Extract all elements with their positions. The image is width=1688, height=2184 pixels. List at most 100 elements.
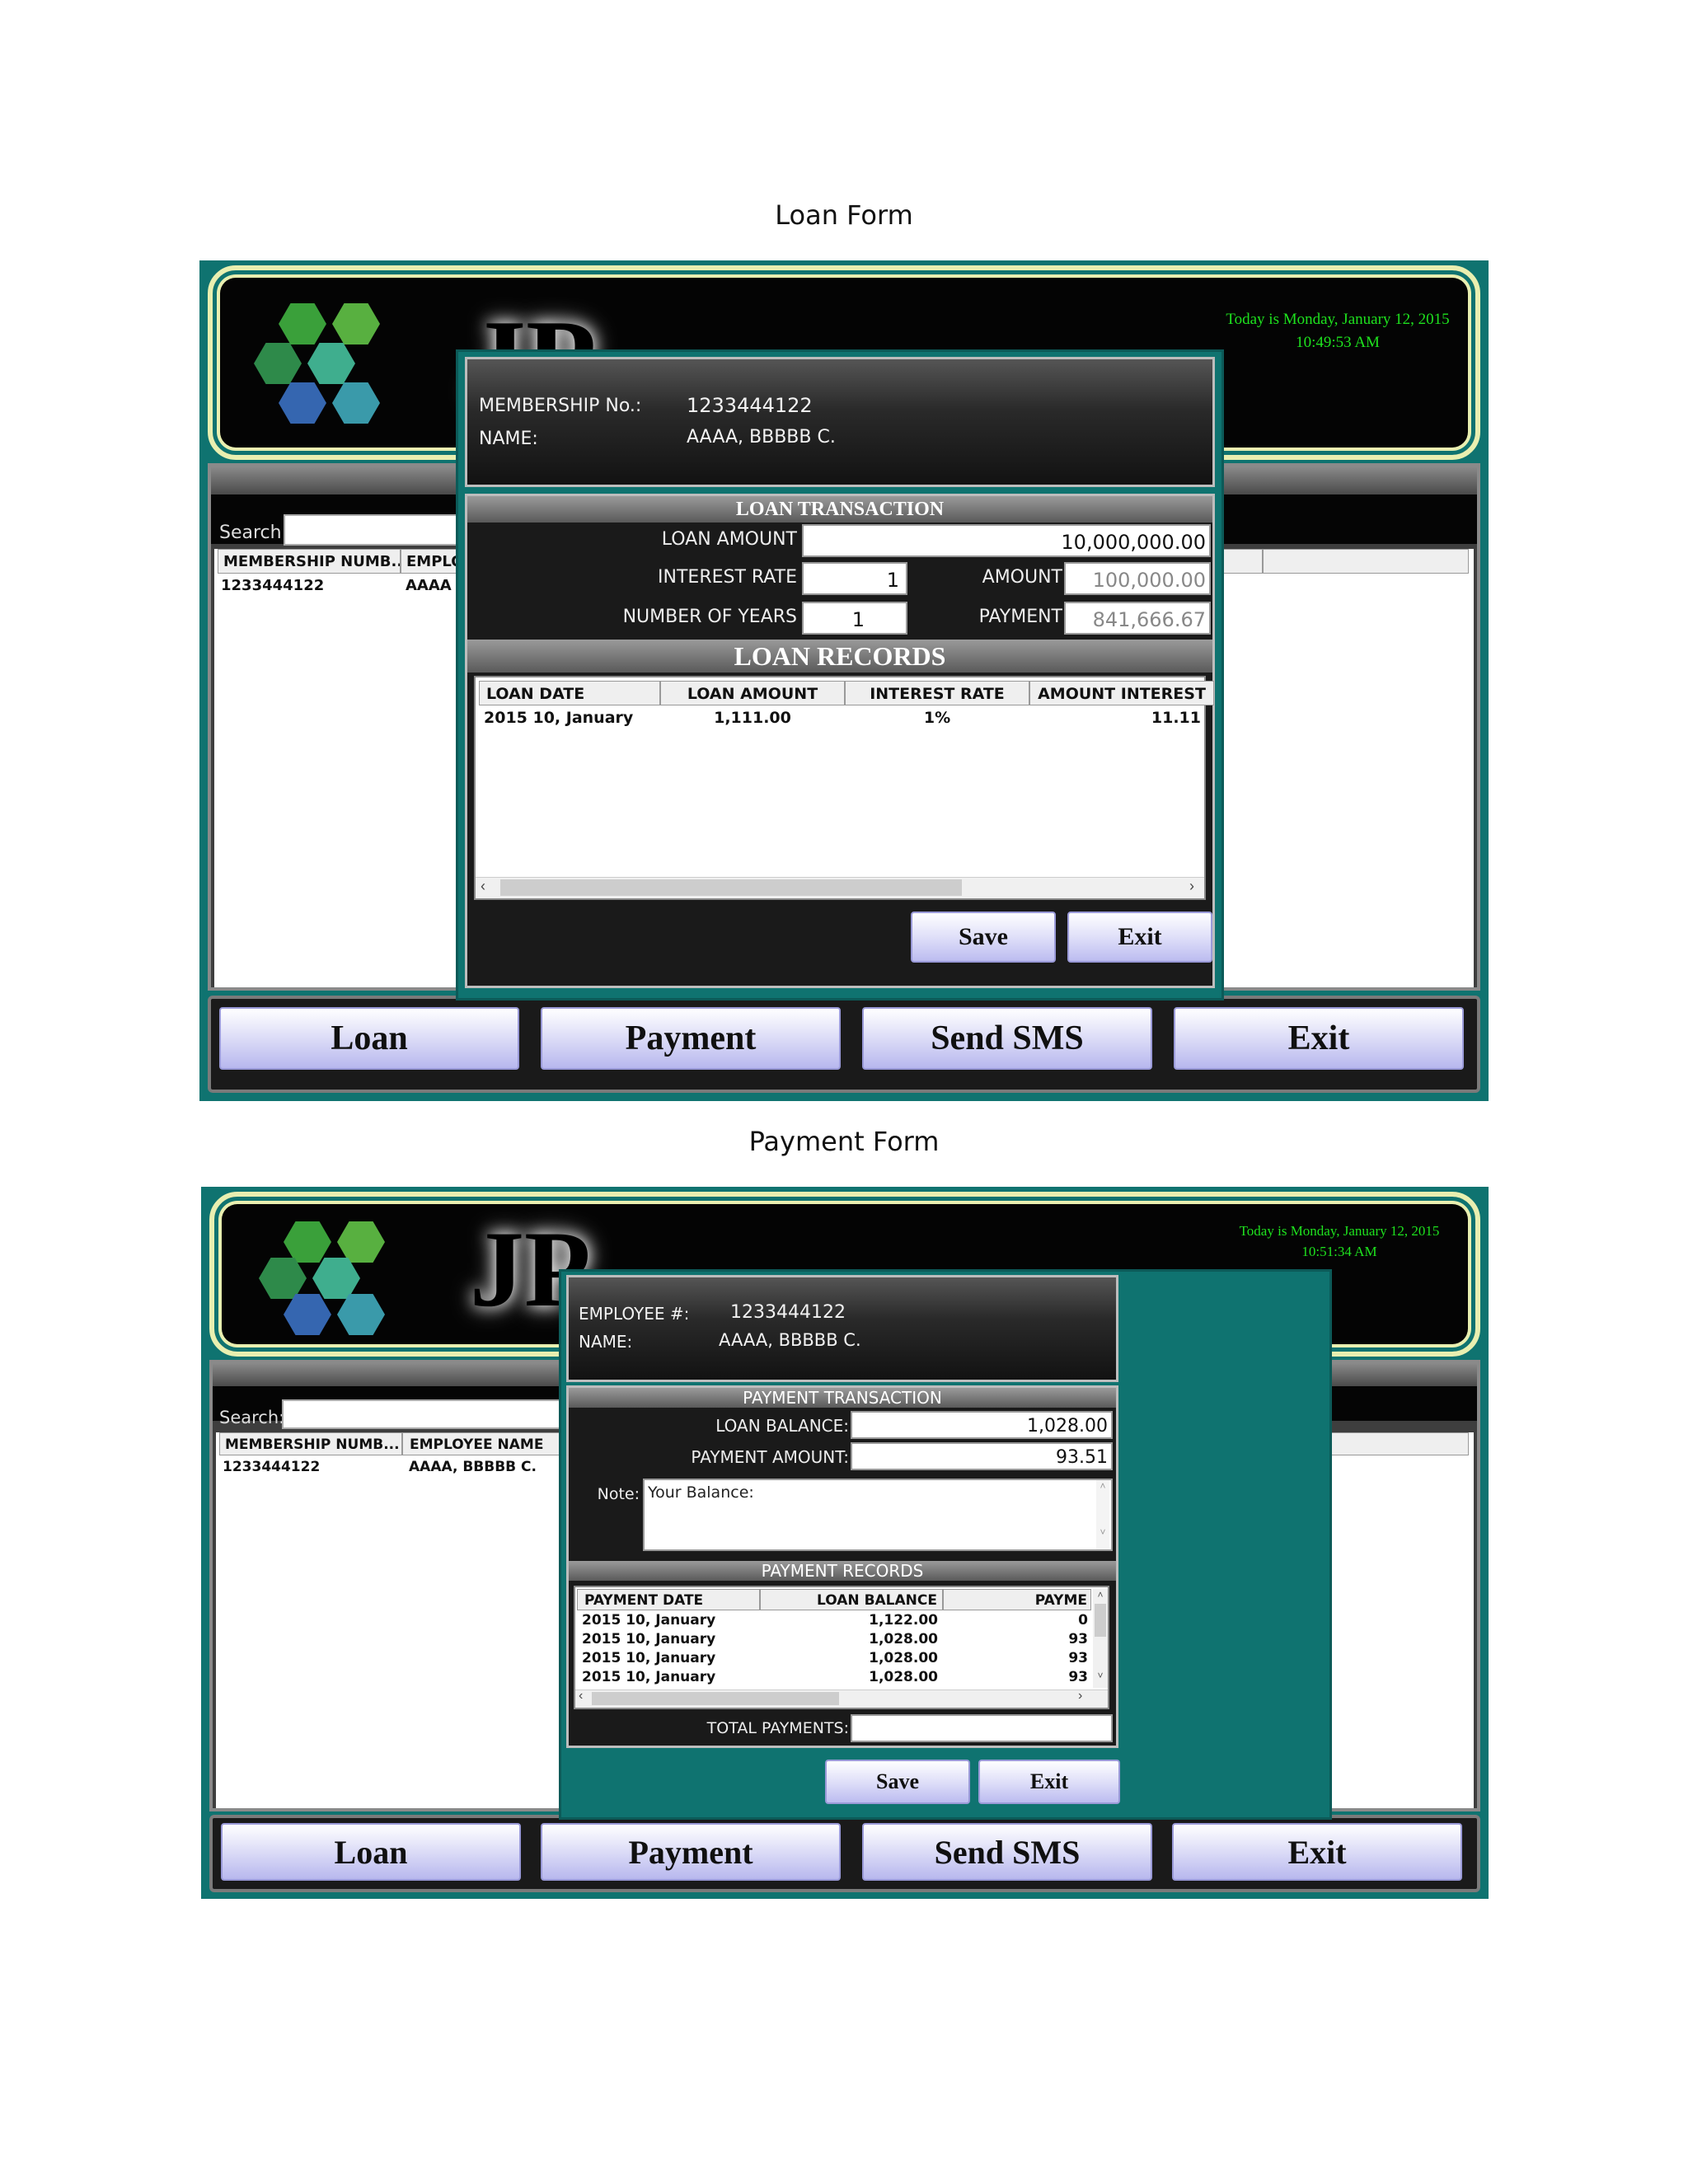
- records-cell[interactable]: 1,028.00: [760, 1669, 938, 1685]
- note-label: Note:: [597, 1485, 640, 1503]
- loan-transaction-panel: LOAN TRANSACTION LOAN AMOUNT 10,000,000.…: [465, 494, 1215, 988]
- payment-button[interactable]: Payment: [541, 1007, 841, 1070]
- loan-balance-label: LOAN BALANCE:: [715, 1416, 849, 1436]
- records-cell[interactable]: 1,122.00: [760, 1612, 938, 1629]
- records-cell[interactable]: 2015 10, January: [582, 1612, 715, 1629]
- records-cell[interactable]: 0: [943, 1612, 1088, 1629]
- payment-form-caption: Payment Form: [748, 1126, 940, 1157]
- records-cell[interactable]: 1,028.00: [760, 1631, 938, 1647]
- records-cell[interactable]: 1%: [845, 709, 1029, 727]
- note-textarea[interactable]: Your Balance: ˄ ˅: [643, 1479, 1113, 1551]
- grid-col-membership[interactable]: MEMBERSHIP NUMB...: [219, 1432, 402, 1455]
- exit-button[interactable]: Exit: [1174, 1007, 1464, 1070]
- records-title: LOAN RECORDS: [467, 640, 1212, 673]
- records-vscrollbar[interactable]: ˄ ˅: [1093, 1589, 1108, 1688]
- years-label: NUMBER OF YEARS: [622, 607, 797, 627]
- loan-dialog: MEMBERSHIP No.: 1233444122 NAME: AAAA, B…: [456, 349, 1224, 1001]
- interest-rate-label: INTEREST RATE: [658, 567, 797, 588]
- grid-col-employee[interactable]: EMPLOYEE NAME: [402, 1432, 567, 1455]
- grid-cell[interactable]: 1233444122: [223, 1459, 320, 1475]
- grid-cell[interactable]: 1233444122: [221, 577, 324, 594]
- payment-amount-input[interactable]: 93.51: [851, 1442, 1113, 1470]
- scroll-left-icon[interactable]: ‹: [579, 1689, 583, 1704]
- send-sms-button[interactable]: Send SMS: [862, 1823, 1152, 1881]
- scroll-left-icon[interactable]: ‹: [481, 878, 485, 895]
- loan-button[interactable]: Loan: [221, 1823, 521, 1881]
- loan-amount-label: LOAN AMOUNT: [661, 529, 797, 550]
- exit-button[interactable]: Exit: [1172, 1823, 1462, 1881]
- grid-cell[interactable]: AAAA, BBBBB C.: [409, 1459, 537, 1475]
- total-payments-label: TOTAL PAYMENTS:: [706, 1719, 849, 1737]
- payment-transaction-panel: PAYMENT TRANSACTION LOAN BALANCE: 1,028.…: [566, 1385, 1118, 1748]
- scroll-right-icon[interactable]: ›: [1078, 1689, 1082, 1704]
- employee-value: 1233444122: [730, 1302, 846, 1323]
- search-label: Search:: [219, 1408, 285, 1427]
- total-payments-input[interactable]: [851, 1714, 1113, 1742]
- name-value: AAAA, BBBBB C.: [719, 1330, 861, 1350]
- records-cell[interactable]: 2015 10, January: [582, 1650, 715, 1666]
- search-input[interactable]: [282, 1399, 562, 1429]
- records-hscrollbar[interactable]: ‹ ›: [575, 1689, 1108, 1708]
- dialog-save-button[interactable]: Save: [825, 1760, 970, 1804]
- records-cell[interactable]: 2015 10, January: [582, 1631, 715, 1647]
- logo-icon: [254, 303, 419, 427]
- membership-label: MEMBERSHIP No.:: [479, 396, 642, 416]
- employee-label: EMPLOYEE #:: [579, 1304, 690, 1324]
- search-label: Search:: [219, 523, 288, 543]
- records-cell[interactable]: 93: [943, 1650, 1088, 1666]
- records-cell[interactable]: 2015 10, January: [484, 709, 633, 727]
- payment-records-grid[interactable]: PAYMENT DATE LOAN BALANCE PAYME 2015 10,…: [574, 1586, 1109, 1709]
- records-cell[interactable]: 2015 10, January: [582, 1669, 715, 1685]
- records-cell[interactable]: 1,111.00: [660, 709, 845, 727]
- member-info-panel: EMPLOYEE #: 1233444122 NAME: AAAA, BBBBB…: [566, 1275, 1118, 1382]
- records-col-date[interactable]: PAYMENT DATE: [577, 1589, 760, 1610]
- scroll-thumb[interactable]: [500, 879, 962, 896]
- records-col-date[interactable]: LOAN DATE: [479, 681, 660, 705]
- membership-value: 1233444122: [687, 394, 813, 417]
- note-text: Your Balance:: [648, 1483, 754, 1502]
- records-col-interest[interactable]: AMOUNT INTEREST: [1029, 681, 1214, 705]
- date-display: Today is Monday, January 12, 2015 10:51:…: [1203, 1221, 1475, 1262]
- name-label: NAME:: [479, 429, 538, 449]
- member-info-panel: MEMBERSHIP No.: 1233444122 NAME: AAAA, B…: [465, 357, 1215, 487]
- scroll-right-icon[interactable]: ›: [1189, 878, 1194, 895]
- records-col-amount[interactable]: LOAN AMOUNT: [660, 681, 845, 705]
- records-col-rate[interactable]: INTEREST RATE: [845, 681, 1029, 705]
- logo-icon: [259, 1221, 424, 1345]
- date-line: Today is Monday, January 12, 2015: [1226, 311, 1450, 328]
- records-title: PAYMENT RECORDS: [569, 1561, 1116, 1581]
- grid-cell[interactable]: AAAA: [406, 577, 452, 594]
- records-col-balance[interactable]: LOAN BALANCE: [760, 1589, 943, 1610]
- date-line: Today is Monday, January 12, 2015: [1239, 1223, 1440, 1239]
- time-line: 10:49:53 AM: [1296, 333, 1380, 351]
- transaction-title: PAYMENT TRANSACTION: [569, 1388, 1116, 1408]
- loan-form-window: JP Today is Monday, January 12, 2015 10:…: [199, 260, 1489, 1101]
- transaction-title: LOAN TRANSACTION: [467, 496, 1212, 523]
- scroll-thumb[interactable]: [592, 1692, 839, 1705]
- loan-records-grid[interactable]: LOAN DATE LOAN AMOUNT INTEREST RATE AMOU…: [474, 676, 1214, 900]
- send-sms-button[interactable]: Send SMS: [862, 1007, 1152, 1070]
- dialog-exit-button[interactable]: Exit: [1067, 912, 1212, 963]
- dialog-exit-button[interactable]: Exit: [978, 1760, 1120, 1804]
- loan-balance-input[interactable]: 1,028.00: [851, 1411, 1113, 1439]
- loan-button[interactable]: Loan: [219, 1007, 519, 1070]
- years-input[interactable]: 1: [802, 602, 907, 635]
- grid-col-membership[interactable]: MEMBERSHIP NUMB...: [218, 549, 401, 574]
- records-hscrollbar[interactable]: ‹ ›: [476, 877, 1204, 898]
- payment-button[interactable]: Payment: [541, 1823, 841, 1881]
- interest-rate-input[interactable]: 1: [802, 562, 907, 595]
- note-scrollbar[interactable]: ˄ ˅: [1096, 1480, 1109, 1549]
- loan-amount-input[interactable]: 10,000,000.00: [802, 524, 1211, 557]
- records-cell[interactable]: 11.11: [1029, 709, 1201, 727]
- payment-output[interactable]: 841,666.67: [1064, 602, 1211, 635]
- records-col-payment[interactable]: PAYME: [943, 1589, 1091, 1610]
- amount-output[interactable]: 100,000.00: [1064, 562, 1211, 595]
- date-display: Today is Monday, January 12, 2015 10:49:…: [1202, 308, 1474, 354]
- payment-label: PAYMENT: [978, 607, 1062, 627]
- payment-amount-label: PAYMENT AMOUNT:: [691, 1447, 849, 1467]
- dialog-save-button[interactable]: Save: [911, 912, 1056, 963]
- records-cell[interactable]: 93: [943, 1631, 1088, 1647]
- records-cell[interactable]: 1,028.00: [760, 1650, 938, 1666]
- name-label: NAME:: [579, 1332, 633, 1352]
- records-cell[interactable]: 93: [943, 1669, 1088, 1685]
